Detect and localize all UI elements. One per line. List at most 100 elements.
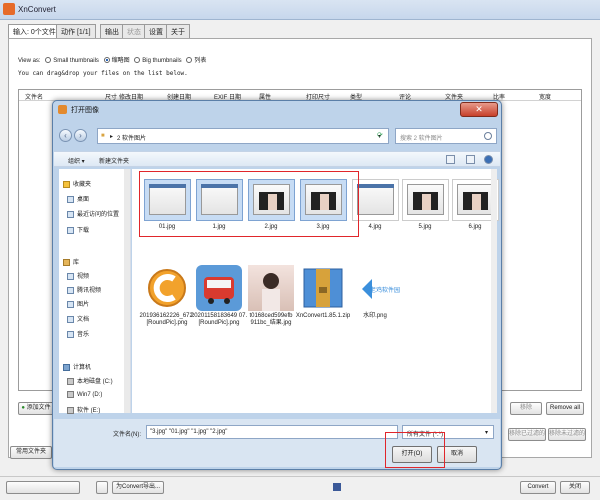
view-options-icon[interactable]	[446, 155, 455, 164]
nav-scrollbar[interactable]	[124, 169, 130, 413]
nav-drive-d[interactable]: Win7 (D:)	[67, 391, 102, 398]
radio-small-thumbnails[interactable]	[45, 57, 52, 64]
nav-documents[interactable]: 文档	[67, 314, 89, 323]
search-placeholder: 搜索 2 软件图片	[400, 136, 443, 142]
refresh-icon[interactable]: ⟳	[377, 131, 383, 139]
file-label-zip[interactable]: XnConvert1.85.1.zip	[294, 313, 352, 320]
file-label-watermark[interactable]: 水印.png	[346, 313, 404, 320]
preview-pane-icon[interactable]	[466, 155, 475, 164]
filename-label: 文件名(N):	[113, 432, 141, 438]
tab-about[interactable]: 关于	[166, 24, 190, 38]
new-folder-button[interactable]: 新建文件夹	[99, 156, 129, 165]
nav-music[interactable]: 音乐	[67, 329, 89, 338]
nav-favorites[interactable]: 收藏夹	[63, 179, 91, 188]
nav-computer[interactable]: 计算机	[63, 362, 91, 371]
filename-value: "3.jpg" "01.jpg" "1.jpg" "2.jpg"	[150, 429, 228, 435]
tab-input[interactable]: 输入: 0个文件	[8, 24, 61, 39]
radio-big-thumbnails[interactable]	[134, 57, 141, 64]
organize-menu[interactable]: 组织 ▾	[68, 156, 85, 165]
tab-actions[interactable]: 动作 [1/1]	[56, 24, 96, 38]
remove-unfiltered-button[interactable]: 移除未过滤的	[548, 428, 586, 441]
bottom-bar: 为Convert导出... Convert 关闭	[0, 476, 600, 500]
library-label: 库	[73, 260, 80, 266]
drive-icon	[67, 377, 74, 385]
add-file-label: 添加文件	[26, 405, 51, 411]
back-icon[interactable]: ‹	[59, 129, 72, 142]
radio-list[interactable]	[186, 57, 193, 64]
big-thumbnails-label: Big thumbnails	[142, 58, 182, 64]
star-icon	[63, 180, 70, 188]
filename-input[interactable]: "3.jpg" "01.jpg" "1.jpg" "2.jpg"	[146, 425, 398, 439]
desktop-label: 桌面	[77, 197, 90, 203]
tencent-video-label: 腾讯视频	[77, 288, 102, 294]
computer-icon	[63, 363, 70, 371]
file-label-result[interactable]: t0168ced599efb 911bc_结果.jpg	[242, 313, 300, 327]
selection-highlight	[139, 171, 359, 237]
preset-dropdown[interactable]	[6, 481, 80, 494]
open-image-dialog: 打开图像 ✕ ‹ › ■ ▸ 2 软件图片 ▾ ⟳ 搜索 2 软件图片 组织 ▾…	[52, 100, 502, 470]
folder-icon: ■	[101, 133, 105, 139]
zip-archive-icon[interactable]	[300, 265, 346, 311]
nav-drive-c[interactable]: 本地磁盘 (C:)	[67, 376, 113, 385]
close-button[interactable]: 关闭	[560, 481, 590, 494]
pictures-label: 图片	[77, 302, 90, 308]
library-icon	[63, 258, 70, 266]
xnconvert-window: XnConvert 输入: 0个文件 动作 [1/1] 输出 状态 设置 关于 …	[0, 0, 600, 500]
forward-icon[interactable]: ›	[74, 129, 87, 142]
downloads-label: 下载	[77, 228, 90, 234]
search-input[interactable]: 搜索 2 软件图片	[395, 128, 497, 144]
drive-icon	[67, 391, 74, 398]
nav-tencent-video[interactable]: 腾讯视频	[67, 285, 101, 294]
videos-label: 视频	[77, 274, 90, 280]
help-icon[interactable]	[484, 155, 493, 164]
export-task-button[interactable]: 为Convert导出...	[112, 481, 164, 494]
recent-places-icon	[67, 210, 74, 218]
save-icon[interactable]	[96, 481, 108, 494]
nav-recent[interactable]: 最近访问的位置	[67, 209, 119, 218]
xnconvert-logo-icon[interactable]	[144, 265, 190, 311]
nav-drive-e[interactable]: 软件 (E:)	[67, 405, 100, 414]
column-width[interactable]: 宽度	[539, 92, 551, 101]
bus-app-icon[interactable]	[196, 265, 242, 311]
dialog-app-icon	[58, 105, 67, 114]
add-file-button[interactable]: ● 添加文件	[18, 402, 54, 415]
nav-videos[interactable]: 视频	[67, 271, 89, 280]
pictures-icon	[67, 300, 74, 308]
drive-d-label: Win7 (D:)	[77, 392, 103, 399]
file-grid[interactable]: 01.jpg 1.jpg 2.jpg 3.jpg 4.jpg 5.jpg 6.j…	[132, 169, 499, 413]
nav-library[interactable]: 库	[63, 257, 79, 266]
chevron-down-icon: ▾	[485, 430, 489, 436]
remove-all-button[interactable]: Remove all	[546, 402, 584, 415]
nav-downloads[interactable]: 下载	[67, 225, 89, 234]
nav-pictures[interactable]: 图片	[67, 299, 89, 308]
drive-c-label: 本地磁盘 (C:)	[77, 379, 113, 385]
dialog-close-button[interactable]: ✕	[460, 102, 498, 117]
column-filename[interactable]: 文件名	[25, 92, 43, 101]
downloads-icon	[67, 226, 74, 234]
file-grid-scrollbar[interactable]	[491, 169, 497, 413]
facebook-icon[interactable]	[333, 483, 341, 491]
close-icon: ✕	[475, 104, 483, 114]
tab-settings[interactable]: 设置	[144, 24, 168, 38]
music-label: 音乐	[77, 332, 90, 338]
address-bar[interactable]: ■ ▸ 2 软件图片 ▾	[97, 128, 389, 144]
tab-output[interactable]: 输出	[100, 24, 124, 38]
radio-thumbnails[interactable]	[103, 57, 110, 64]
thumbnail-5[interactable]	[402, 179, 449, 221]
file-label-roundpic-2[interactable]: 20201158183649 07.[RoundPic].png	[190, 313, 248, 327]
command-bar: 组织 ▾ 新建文件夹	[54, 151, 500, 167]
thumbnail-4[interactable]	[352, 179, 399, 221]
remove-button[interactable]: 移除	[510, 402, 542, 415]
file-label-roundpic-1[interactable]: 201936162226_672.[RoundPic].png	[138, 313, 196, 327]
remove-filtered-button[interactable]: 移除已过滤的	[508, 428, 546, 441]
recent-label: 最近访问的位置	[77, 212, 120, 218]
nav-desktop[interactable]: 桌面	[67, 194, 89, 203]
convert-button[interactable]: Convert	[520, 481, 556, 494]
desktop-icon	[67, 195, 74, 203]
photo-thumbnail[interactable]	[248, 265, 294, 311]
navigation-pane: 收藏夹 桌面 最近访问的位置 下载 库 视频 腾讯视频 图片 文档 音乐 计算机…	[59, 169, 131, 414]
tab-status[interactable]: 状态	[122, 24, 146, 38]
watermark-image-icon[interactable]: 老鸡软件园	[352, 265, 400, 311]
common-folder-button[interactable]: 常用文件夹	[10, 446, 52, 459]
breadcrumb-path[interactable]: 2 软件图片	[117, 133, 146, 142]
